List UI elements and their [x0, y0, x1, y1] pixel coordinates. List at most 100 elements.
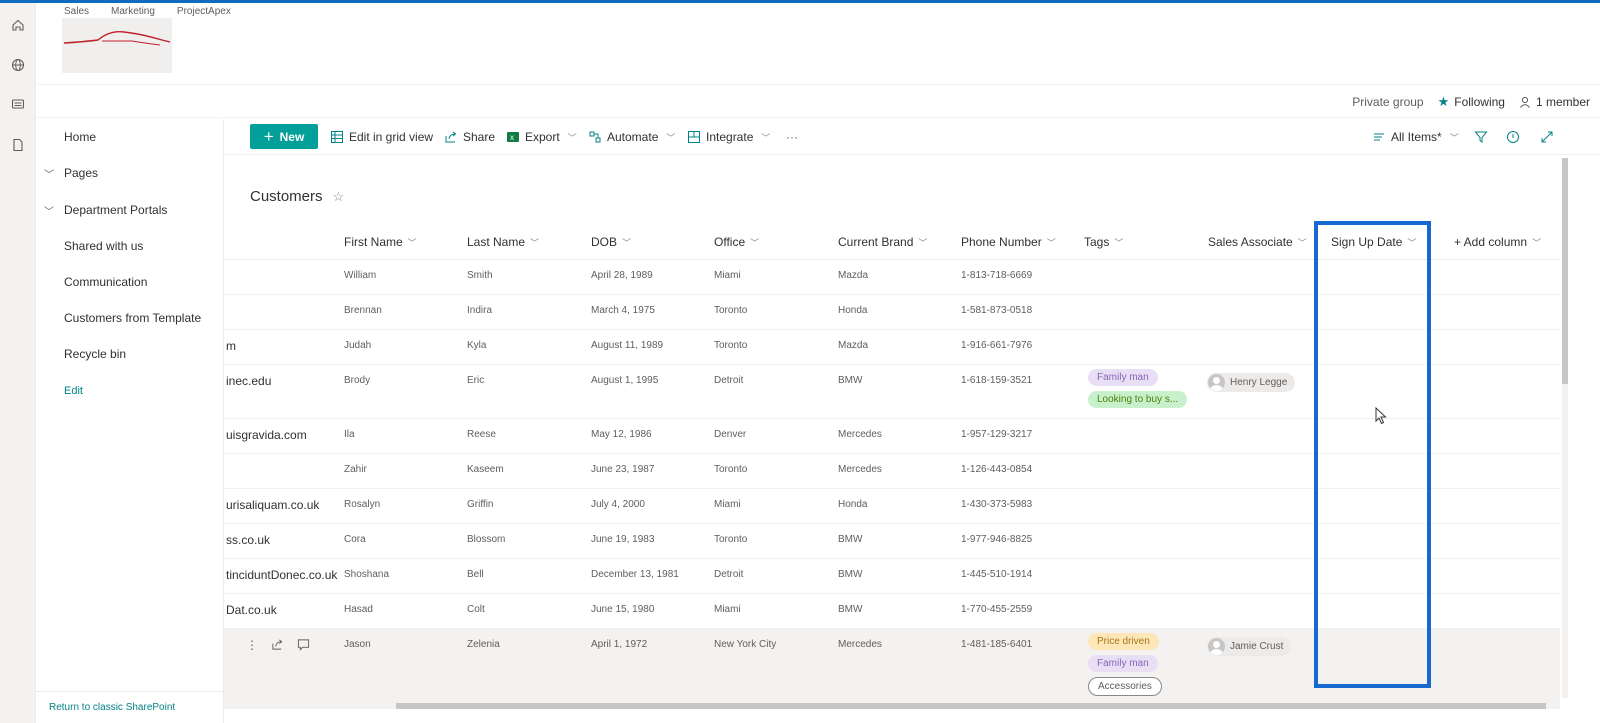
cell-brand: Mazda	[838, 340, 869, 351]
nav-label: Pages	[64, 166, 99, 180]
view-selector[interactable]: All Items* ﹀	[1372, 128, 1459, 146]
cell-first: Brody	[344, 375, 371, 386]
cell-dob: July 4, 2000	[591, 499, 645, 510]
cell-email[interactable]: inec.edu	[226, 374, 271, 388]
cell-email[interactable]: Dat.co.uk	[226, 603, 277, 617]
vertical-scroll-thumb[interactable]	[1562, 158, 1568, 384]
new-label: New	[279, 129, 305, 144]
nav-label: Department Portals	[64, 203, 168, 217]
column-header-tags[interactable]: Tags ﹀	[1084, 235, 1123, 249]
expand-button[interactable]	[1540, 128, 1554, 146]
cell-office: Toronto	[714, 340, 748, 351]
share-icon[interactable]	[271, 638, 284, 651]
more-vertical-icon[interactable]: ⋮	[246, 638, 258, 652]
cell-phone: 1-770-455-2559	[961, 604, 1033, 615]
cell-email[interactable]: tinciduntDonec.co.uk	[226, 568, 337, 582]
share-button[interactable]: Share	[444, 128, 495, 146]
cell-phone: 1-481-185-6401	[961, 639, 1033, 650]
column-header-last-name[interactable]: Last Name ﹀	[467, 235, 539, 249]
site-nav-marketing[interactable]: Marketing	[111, 6, 155, 17]
tag-chip[interactable]: Family man	[1088, 655, 1158, 672]
nav-item-communication[interactable]: Communication	[64, 272, 147, 292]
nav-item-recycle-bin[interactable]: Recycle bin	[64, 344, 126, 364]
cell-email[interactable]: ss.co.uk	[226, 533, 270, 547]
integrate-label: Integrate	[706, 130, 754, 144]
tag-chip[interactable]: Looking to buy s...	[1088, 391, 1188, 408]
chevron-down-icon[interactable]: ﹀	[44, 166, 54, 181]
person-chip[interactable]: Jamie Crust	[1207, 637, 1292, 656]
column-label: Last Name	[467, 235, 526, 249]
cell-office: Detroit	[714, 375, 744, 386]
news-icon[interactable]	[8, 94, 28, 114]
more-options-button[interactable]: ···	[786, 128, 798, 146]
cell-email[interactable]: urisaliquam.co.uk	[226, 498, 319, 512]
members-button[interactable]: 1 member	[1519, 95, 1590, 109]
column-label: Phone Number	[961, 235, 1042, 249]
nav-label: Recycle bin	[64, 347, 127, 361]
site-nav-projectapex[interactable]: ProjectApex	[177, 6, 231, 17]
tag-chip[interactable]: Family man	[1088, 369, 1158, 386]
cell-email[interactable]: uisgravida.com	[226, 428, 307, 442]
cell-first: Jason	[344, 639, 371, 650]
site-nav-sales[interactable]: Sales	[64, 6, 89, 17]
info-button[interactable]	[1506, 128, 1520, 146]
horizontal-scrollbar[interactable]	[396, 703, 1546, 709]
nav-item-department-portals[interactable]: ﹀ Department Portals	[44, 200, 168, 220]
nav-item-customers-from-template[interactable]: Customers from Template	[64, 308, 201, 328]
column-label: + Add column	[1454, 235, 1528, 249]
column-header-current-brand[interactable]: Current Brand ﹀	[838, 235, 927, 249]
cell-sales-associate: Henry Legge	[1207, 373, 1296, 394]
cell-email[interactable]: m	[226, 339, 236, 353]
chevron-down-icon: ﹀	[1532, 237, 1542, 248]
cell-last: Blossom	[467, 534, 506, 545]
share-label: Share	[463, 130, 496, 144]
cell-phone: 1-977-946-8825	[961, 534, 1033, 545]
svg-text:x: x	[510, 133, 514, 142]
chevron-down-icon[interactable]: ﹀	[44, 203, 54, 218]
cell-office: Toronto	[714, 464, 748, 475]
filter-button[interactable]	[1474, 128, 1488, 146]
comment-icon[interactable]	[297, 638, 310, 651]
add-column-button[interactable]: + Add column ﹀	[1454, 235, 1541, 249]
nav-label: Home	[64, 130, 97, 144]
cell-office: Toronto	[714, 305, 748, 316]
return-to-classic-link[interactable]: Return to classic SharePoint	[36, 691, 224, 723]
vertical-scrollbar[interactable]	[1562, 158, 1568, 698]
nav-item-home[interactable]: Home	[64, 127, 96, 147]
mouse-cursor-icon	[1375, 407, 1387, 425]
cell-brand: Honda	[838, 499, 868, 510]
nav-item-shared-with-us[interactable]: Shared with us	[64, 236, 143, 256]
new-button[interactable]: + New	[250, 124, 318, 149]
nav-edit-link[interactable]: Edit	[64, 381, 83, 401]
tag-chip[interactable]: Accessories	[1088, 677, 1162, 696]
cell-phone: 1-126-443-0854	[961, 464, 1033, 475]
integrate-icon	[688, 131, 700, 143]
cell-first: Ila	[344, 429, 355, 440]
document-icon[interactable]	[8, 135, 28, 155]
nav-item-pages[interactable]: ﹀ Pages	[44, 163, 99, 183]
tag-chip[interactable]: Price driven	[1088, 633, 1159, 650]
column-label: DOB	[591, 235, 618, 249]
column-header-office[interactable]: Office ﹀	[714, 235, 759, 249]
globe-icon[interactable]	[8, 55, 28, 75]
cell-last: Kaseem	[467, 464, 504, 475]
column-header-first-name[interactable]: First Name ﹀	[344, 235, 417, 249]
following-button[interactable]: ★ Following	[1438, 94, 1505, 110]
export-button[interactable]: x Export ﹀	[506, 128, 577, 146]
column-header-phone-number[interactable]: Phone Number ﹀	[961, 235, 1056, 249]
column-header-dob[interactable]: DOB ﹀	[591, 235, 631, 249]
home-icon[interactable]	[8, 15, 28, 35]
integrate-button[interactable]: Integrate ﹀	[687, 128, 770, 146]
grid-icon	[331, 131, 343, 143]
favorite-star-icon[interactable]: ☆	[333, 189, 345, 205]
chevron-down-icon: ﹀	[530, 237, 540, 248]
column-header-sales-associate[interactable]: Sales Associate ﹀	[1208, 235, 1307, 249]
site-logo[interactable]	[62, 18, 172, 73]
automate-button[interactable]: Automate ﹀	[588, 128, 675, 146]
person-chip[interactable]: Henry Legge	[1207, 373, 1296, 392]
cell-last: Reese	[467, 429, 496, 440]
cell-dob: May 12, 1986	[591, 429, 652, 440]
column-label: Sales Associate	[1208, 235, 1293, 249]
cell-last: Indira	[467, 305, 493, 316]
edit-grid-view-button[interactable]: Edit in grid view	[330, 128, 433, 146]
